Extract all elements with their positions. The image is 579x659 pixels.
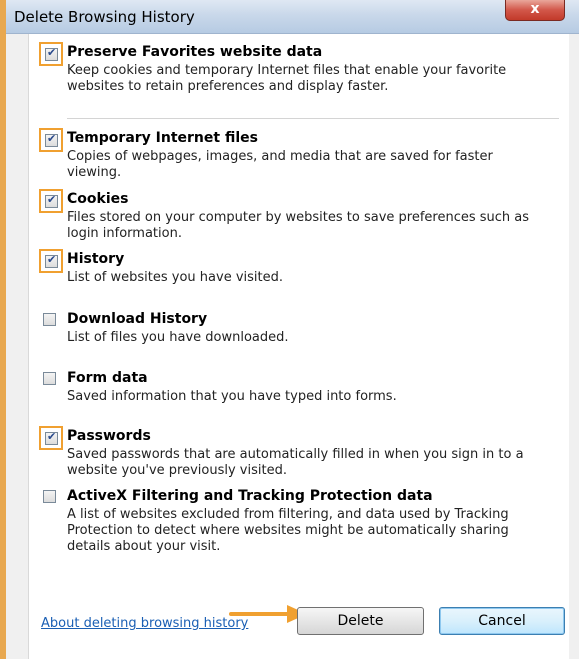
- dialog-content: Preserve Favorites website data Keep cook…: [28, 34, 569, 659]
- checkbox-preserve-favorites[interactable]: [45, 46, 58, 61]
- checkbox-highlight: [39, 309, 63, 333]
- option-description: Saved passwords that are automatically f…: [67, 447, 524, 478]
- checkbox-download-history[interactable]: [43, 313, 56, 326]
- option-title[interactable]: Preserve Favorites website data: [67, 44, 322, 60]
- option-description: List of files you have downloaded.: [67, 330, 289, 345]
- checkbox-cookies[interactable]: [45, 193, 58, 208]
- checkbox-history[interactable]: [45, 253, 58, 268]
- option-title[interactable]: Temporary Internet files: [67, 130, 258, 146]
- checkbox-highlight: [39, 189, 63, 213]
- option-title[interactable]: Cookies: [67, 191, 128, 207]
- option-title[interactable]: Form data: [67, 370, 148, 386]
- close-button[interactable]: x: [505, 0, 565, 21]
- option-description: Keep cookies and temporary Internet file…: [67, 63, 507, 94]
- window-title: Delete Browsing History: [14, 8, 195, 26]
- checkbox-temporary-files[interactable]: [45, 132, 58, 147]
- checkbox-highlight: [39, 249, 63, 273]
- option-description: Copies of webpages, images, and media th…: [67, 149, 493, 180]
- checkbox-highlight: [39, 368, 63, 392]
- option-description: Saved information that you have typed in…: [67, 389, 397, 404]
- cancel-button[interactable]: Cancel: [439, 607, 565, 635]
- checkbox-highlight: [39, 128, 63, 152]
- checkbox-highlight: [39, 426, 63, 450]
- about-deleting-link[interactable]: About deleting browsing history: [41, 616, 248, 631]
- separator: [67, 118, 559, 119]
- checkbox-highlight: [39, 42, 63, 66]
- option-description: Files stored on your computer by website…: [67, 210, 530, 241]
- title-bar[interactable]: Delete Browsing History x: [6, 0, 579, 34]
- close-icon: x: [530, 1, 540, 17]
- option-title[interactable]: History: [67, 251, 124, 267]
- checkbox-passwords[interactable]: [45, 430, 58, 445]
- option-title[interactable]: Download History: [67, 311, 207, 327]
- option-title[interactable]: ActiveX Filtering and Tracking Protectio…: [67, 488, 433, 504]
- option-title[interactable]: Passwords: [67, 428, 151, 444]
- checkbox-form-data[interactable]: [43, 372, 56, 385]
- delete-browsing-history-dialog: Delete Browsing History x Preserve Favor…: [0, 0, 579, 659]
- checkbox-activex-filtering[interactable]: [43, 490, 56, 503]
- checkbox-highlight: [39, 486, 63, 510]
- option-description: List of websites you have visited.: [67, 270, 284, 285]
- option-description: A list of websites excluded from filteri…: [67, 507, 509, 554]
- delete-button[interactable]: Delete: [297, 607, 424, 635]
